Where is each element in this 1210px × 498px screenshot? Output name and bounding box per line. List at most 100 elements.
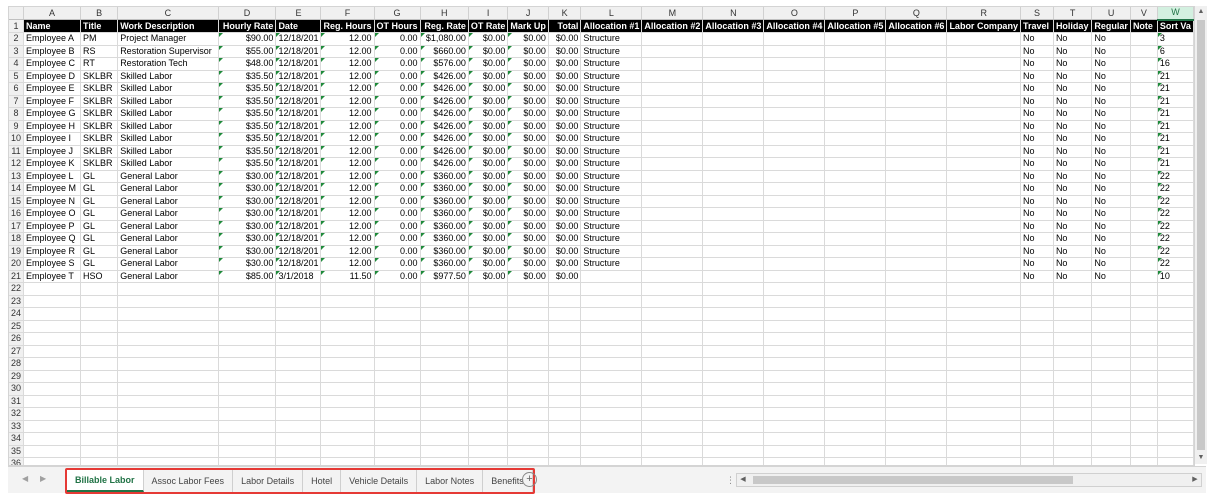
header-cell[interactable]: OT Hours <box>374 19 421 33</box>
empty-cell[interactable] <box>117 332 219 346</box>
empty-cell[interactable] <box>80 332 119 346</box>
data-cell[interactable]: 12/18/201 <box>275 207 322 221</box>
data-cell[interactable]: 22 <box>1157 245 1194 258</box>
data-cell[interactable]: Structure <box>580 82 643 96</box>
data-cell[interactable]: $0.00 <box>468 220 509 233</box>
data-cell[interactable]: Employee P <box>23 220 81 233</box>
data-cell[interactable] <box>1130 207 1158 221</box>
column-header[interactable]: R <box>946 7 1021 20</box>
empty-cell[interactable] <box>23 282 81 296</box>
data-cell[interactable]: $0.00 <box>548 32 582 46</box>
data-cell[interactable]: 12/18/201 <box>275 32 322 46</box>
data-cell[interactable] <box>763 132 826 146</box>
data-cell[interactable]: $0.00 <box>548 70 582 83</box>
empty-cell[interactable] <box>763 332 826 346</box>
data-cell[interactable] <box>763 120 826 133</box>
row-number[interactable]: 21 <box>9 270 24 283</box>
empty-cell[interactable] <box>507 445 549 458</box>
empty-cell[interactable] <box>420 445 469 458</box>
data-cell[interactable] <box>824 207 887 221</box>
data-cell[interactable]: $0.00 <box>507 157 549 171</box>
empty-cell[interactable] <box>374 307 421 321</box>
row-number[interactable]: 18 <box>9 232 24 246</box>
horizontal-scroll-thumb[interactable] <box>753 476 1073 484</box>
data-cell[interactable]: 12.00 <box>320 57 375 71</box>
data-cell[interactable]: 22 <box>1157 257 1194 271</box>
data-cell[interactable]: 12.00 <box>320 257 375 271</box>
empty-cell[interactable] <box>1157 395 1194 408</box>
column-header[interactable]: H <box>420 7 469 20</box>
empty-cell[interactable] <box>1091 370 1131 383</box>
empty-cell[interactable] <box>275 457 322 465</box>
data-cell[interactable]: 12.00 <box>320 32 375 46</box>
data-cell[interactable] <box>702 57 765 71</box>
column-header[interactable]: M <box>641 7 704 20</box>
data-cell[interactable] <box>641 70 704 83</box>
row-number[interactable]: 30 <box>9 382 24 396</box>
empty-cell[interactable] <box>320 382 375 396</box>
empty-cell[interactable] <box>117 457 219 465</box>
data-cell[interactable] <box>702 157 765 171</box>
empty-cell[interactable] <box>885 320 948 333</box>
data-cell[interactable]: SKLBR <box>80 132 119 146</box>
empty-cell[interactable] <box>80 370 119 383</box>
data-cell[interactable]: No <box>1091 270 1131 283</box>
data-cell[interactable]: No <box>1053 232 1093 246</box>
data-cell[interactable]: $90.00 <box>218 32 277 46</box>
data-cell[interactable]: No <box>1091 82 1131 96</box>
data-cell[interactable] <box>641 32 704 46</box>
data-cell[interactable]: 12.00 <box>320 170 375 183</box>
data-cell[interactable]: No <box>1053 120 1093 133</box>
data-cell[interactable]: $426.00 <box>420 70 469 83</box>
data-cell[interactable] <box>1130 220 1158 233</box>
empty-cell[interactable] <box>275 432 322 446</box>
data-cell[interactable]: RT <box>80 57 119 71</box>
empty-cell[interactable] <box>702 445 765 458</box>
data-cell[interactable]: Structure <box>580 32 643 46</box>
data-cell[interactable]: Structure <box>580 157 643 171</box>
empty-cell[interactable] <box>275 332 322 346</box>
data-cell[interactable]: $977.50 <box>420 270 469 283</box>
column-header[interactable]: D <box>218 7 277 20</box>
empty-cell[interactable] <box>275 407 322 421</box>
empty-cell[interactable] <box>641 457 704 465</box>
data-cell[interactable]: $0.00 <box>468 45 509 58</box>
row-number[interactable]: 16 <box>9 207 24 221</box>
data-cell[interactable]: No <box>1020 57 1054 71</box>
empty-cell[interactable] <box>320 307 375 321</box>
empty-cell[interactable] <box>468 370 509 383</box>
data-cell[interactable]: $0.00 <box>507 120 549 133</box>
data-cell[interactable]: No <box>1020 245 1054 258</box>
data-cell[interactable]: $0.00 <box>507 107 549 121</box>
empty-cell[interactable] <box>420 332 469 346</box>
data-cell[interactable]: $35.50 <box>218 82 277 96</box>
data-cell[interactable]: Structure <box>580 120 643 133</box>
data-cell[interactable] <box>946 157 1021 171</box>
data-cell[interactable]: $35.50 <box>218 132 277 146</box>
data-cell[interactable]: Employee J <box>23 145 81 158</box>
data-cell[interactable] <box>702 32 765 46</box>
data-cell[interactable] <box>763 95 826 108</box>
data-cell[interactable]: Structure <box>580 257 643 271</box>
data-cell[interactable]: $426.00 <box>420 107 469 121</box>
data-cell[interactable]: No <box>1020 107 1054 121</box>
data-cell[interactable]: Structure <box>580 220 643 233</box>
data-cell[interactable]: 0.00 <box>374 120 421 133</box>
data-cell[interactable]: 11.50 <box>320 270 375 283</box>
data-cell[interactable] <box>885 232 948 246</box>
tab-prev-icon[interactable]: ◀ <box>22 474 28 483</box>
data-cell[interactable]: $0.00 <box>468 170 509 183</box>
empty-cell[interactable] <box>1130 370 1158 383</box>
data-cell[interactable] <box>641 245 704 258</box>
data-cell[interactable]: 22 <box>1157 182 1194 196</box>
empty-cell[interactable] <box>320 432 375 446</box>
column-header[interactable]: L <box>580 7 643 20</box>
data-cell[interactable]: $0.00 <box>507 195 549 208</box>
data-cell[interactable] <box>1130 82 1158 96</box>
empty-cell[interactable] <box>1091 382 1131 396</box>
data-cell[interactable]: 12/18/201 <box>275 132 322 146</box>
empty-cell[interactable] <box>580 332 643 346</box>
empty-cell[interactable] <box>1091 445 1131 458</box>
data-cell[interactable] <box>763 207 826 221</box>
row-number[interactable]: 3 <box>9 45 24 58</box>
